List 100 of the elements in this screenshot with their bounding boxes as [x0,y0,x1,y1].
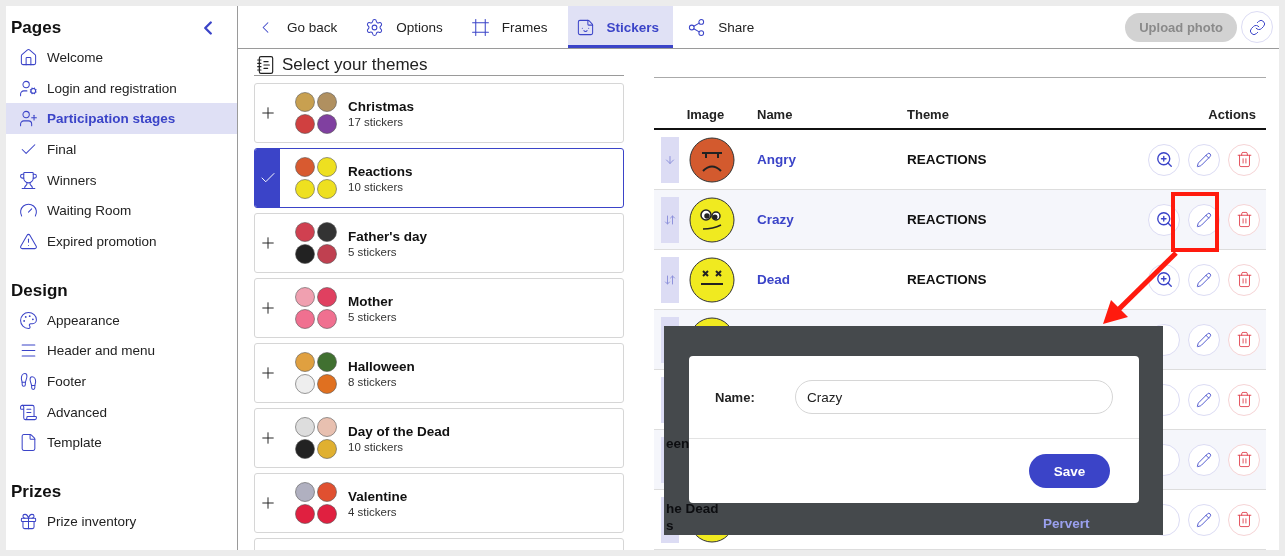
sidebar-item[interactable]: Login and registration [6,72,237,104]
save-button[interactable]: Save [1029,454,1110,488]
sidebar-item-label: Final [47,141,77,157]
section-title: Pages [11,18,62,38]
theme-name: Mother [348,293,394,309]
sidebar-item-label: Winners [47,172,97,188]
sidebar-item[interactable]: Appearance [6,304,237,336]
sidebar-item[interactable]: Template [6,427,237,459]
sidebar-item[interactable]: Final [6,134,237,165]
zoom-in-icon [1156,152,1172,167]
tab-label: Share [718,19,755,35]
column-header: Actions [1207,106,1257,122]
delete-button[interactable] [1228,263,1260,296]
delete-button[interactable] [1228,503,1260,536]
pencil-icon [1196,271,1212,288]
theme-card[interactable]: Reactions 10 stickers [254,148,624,208]
delete-button[interactable] [1228,323,1260,356]
theme-name: Father's day [348,228,427,244]
toolbar-tab[interactable]: Options [357,6,457,48]
theme-card[interactable]: Mother 5 stickers [254,278,624,338]
edit-button[interactable] [1188,443,1220,476]
section-title: Design [11,280,68,301]
drag-handle[interactable] [661,136,679,183]
sticker-count: 5 stickers [348,310,397,323]
sticker-count: 4 stickers [348,505,398,518]
warning-icon [19,231,38,251]
palette-icon [19,310,38,330]
sticker-name-link[interactable]: Crazy [757,212,794,227]
pencil-icon [1196,391,1212,408]
drag-handle[interactable] [661,256,679,303]
trash-icon [1235,391,1253,408]
theme-card[interactable]: Valentine 4 stickers [254,473,624,533]
edit-button[interactable] [1188,383,1220,416]
toolbar-tab[interactable]: Go back [248,6,352,48]
sticker-thumbnails-drawing [294,156,338,200]
sticker-name-link[interactable]: Dead [757,272,790,287]
sticker-name-link[interactable]: Angry [757,152,796,167]
column-header: Name [757,106,794,122]
column-header: Theme [907,106,950,122]
sidebar-item-label: Advanced [47,404,108,420]
zoom-button[interactable] [1148,143,1180,176]
sidebar-item-label: Template [47,435,102,451]
sidebar-item[interactable]: Winners [6,164,237,196]
delete-button[interactable] [1228,143,1260,176]
highlight-frame [1171,192,1219,252]
toolbar-tab[interactable]: Stickers [567,6,674,48]
sticker-count: 10 stickers [348,440,404,453]
zoom-in-icon [1156,212,1172,227]
edit-button[interactable] [1188,143,1220,176]
theme-card[interactable]: Christmas 17 stickers [254,83,624,143]
home-icon [19,47,38,67]
themes-title: Select your themes [282,55,428,75]
theme-cell: REACTIONS [907,212,987,227]
sticker-count: 8 stickers [348,375,398,388]
theme-cell: REACTIONS [907,272,987,287]
sidebar-item[interactable]: Advanced [6,396,237,428]
theme-card[interactable]: Halloween 8 stickers [254,343,624,403]
dimmed-text: Pervert [1043,516,1090,531]
drag-handle[interactable] [661,196,679,243]
sidebar-item-label: Welcome [47,49,104,65]
delete-button[interactable] [1228,383,1260,416]
sidebar-item[interactable]: Participation stages [6,103,237,135]
sidebar-item[interactable]: Welcome [6,42,237,73]
toolbar-tab[interactable]: Frames [462,6,562,48]
edit-button[interactable] [1188,263,1220,296]
name-input[interactable]: Crazy [795,380,1113,414]
scroll-icon [19,402,38,422]
notebook-icon [256,55,276,75]
sidebar-item[interactable]: Footer [6,366,237,397]
sidebar-item-label: Prize inventory [47,514,137,530]
sidebar-item[interactable]: Header and menu [6,335,237,367]
toolbar-tab[interactable]: Share [679,6,769,48]
theme-name: Valentine [348,488,408,504]
sticker-thumbnails-drawing [294,221,338,265]
tab-label: Stickers [606,19,660,35]
sidebar-item[interactable]: Expired promotion [6,226,237,257]
sidebar-item-label: Waiting Room [47,203,132,219]
sidebar-item[interactable]: Prize inventory [6,506,237,537]
tab-label: Options [396,19,443,35]
theme-name: Halloween [348,358,415,374]
trash-icon [1235,211,1253,228]
sidebar-item[interactable]: Waiting Room [6,195,237,227]
sticker-count: 5 stickers [348,245,398,258]
delete-button[interactable] [1228,203,1260,236]
theme-card[interactable]: Day of the Dead 10 stickers [254,408,624,468]
edit-button[interactable] [1188,323,1220,356]
sort-arrows-icon [664,273,676,286]
user-plus-icon [19,109,38,129]
theme-name: Christmas [348,98,415,114]
delete-button[interactable] [1228,443,1260,476]
zoom-in-icon [1156,272,1172,287]
dimmed-text: een [666,436,690,451]
trash-icon [1235,511,1253,528]
theme-card[interactable]: Father's day 5 stickers [254,213,624,273]
pencil-icon [1196,511,1212,528]
edit-button[interactable] [1188,503,1220,536]
sticker-thumbnails-drawing [294,351,338,395]
link-button[interactable] [1241,11,1273,43]
tab-label: Frames [501,19,548,35]
emoji-face-icon [689,196,735,243]
